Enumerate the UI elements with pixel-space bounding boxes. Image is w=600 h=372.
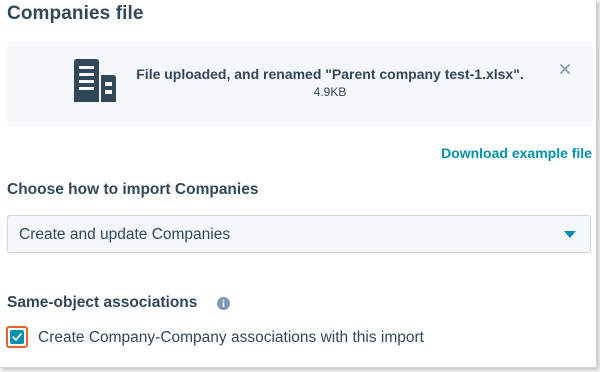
import-mode-select[interactable]: Create and update Companies <box>7 215 591 253</box>
file-size: 4.9KB <box>313 85 347 99</box>
section-title: Companies file <box>7 3 144 24</box>
close-icon[interactable] <box>559 63 571 75</box>
import-mode-value: Create and update Companies <box>19 226 231 243</box>
companies-file-panel: Companies file File uploaded, and rename… <box>0 0 597 368</box>
associations-label: Same-object associations <box>7 294 198 311</box>
checkmark-icon <box>12 333 22 341</box>
info-icon[interactable] <box>217 297 230 310</box>
building-icon <box>74 59 116 102</box>
upload-status-card: File uploaded, and renamed "Parent compa… <box>7 42 593 126</box>
import-mode-label: Choose how to import Companies <box>7 181 259 198</box>
associations-checkbox[interactable] <box>10 330 24 344</box>
download-example-link[interactable]: Download example file <box>441 145 592 161</box>
caret-down-icon <box>564 231 576 238</box>
checkbox-highlight <box>6 326 28 348</box>
associations-checkbox-label[interactable]: Create Company-Company associations with… <box>38 329 424 347</box>
upload-message: File uploaded, and renamed "Parent compa… <box>136 66 524 82</box>
upload-text: File uploaded, and renamed "Parent compa… <box>130 66 530 99</box>
